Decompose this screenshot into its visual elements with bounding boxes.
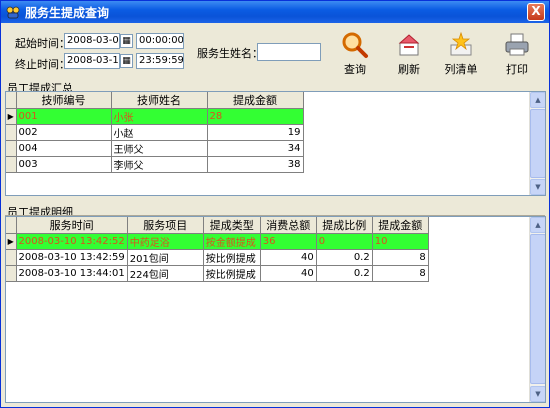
total-spend-cell: 40 xyxy=(260,249,317,266)
table-row[interactable]: ▶ 2008-03-10 13:42:52 中药足浴 按金额提成 36 0 10 xyxy=(6,233,429,250)
scroll-down-icon[interactable]: ▼ xyxy=(530,386,545,402)
commission-amount-cell: 10 xyxy=(372,233,429,250)
row-indicator xyxy=(6,156,17,173)
row-indicator xyxy=(6,265,17,282)
print-label: 打印 xyxy=(506,63,528,76)
waiter-name-input[interactable] xyxy=(257,43,321,61)
row-indicator xyxy=(6,124,17,141)
detail-grid[interactable]: 服务时间 服务项目 提成类型 消费总额 提成比例 提成金额 ▶ 2008-03-… xyxy=(5,216,546,403)
calendar-icon: ▦ xyxy=(122,56,131,66)
column-header[interactable]: 提成金额 xyxy=(372,217,429,234)
query-label: 查询 xyxy=(344,63,366,76)
service-item-cell: 201包间 xyxy=(127,249,204,266)
commission-amount-cell: 19 xyxy=(207,124,304,141)
commission-ratio-cell: 0.2 xyxy=(316,249,373,266)
scroll-up-icon[interactable]: ▲ xyxy=(530,92,545,108)
calendar-icon: ▦ xyxy=(122,36,131,46)
technician-id-cell: 003 xyxy=(16,156,112,173)
list-icon xyxy=(450,31,472,56)
column-header[interactable]: 提成比例 xyxy=(316,217,373,234)
commission-ratio-cell: 0.2 xyxy=(316,265,373,282)
total-spend-cell: 40 xyxy=(260,265,317,282)
table-row[interactable]: 2008-03-10 13:44:01 224包间 按比例提成 40 0.2 8 xyxy=(6,265,429,282)
refresh-label: 刷新 xyxy=(398,63,420,76)
end-date-calendar-button[interactable]: ▦ xyxy=(120,54,133,68)
commission-ratio-cell: 0 xyxy=(316,233,373,250)
scroll-down-icon[interactable]: ▼ xyxy=(530,179,545,195)
commission-type-cell: 按金额提成 xyxy=(203,233,261,250)
scroll-thumb[interactable] xyxy=(530,109,545,178)
table-row[interactable]: ▶ 001 小张 28 xyxy=(6,108,304,125)
commission-amount-cell: 38 xyxy=(207,156,304,173)
column-header[interactable]: 技师编号 xyxy=(16,92,112,109)
summary-scrollbar[interactable]: ▲ ▼ xyxy=(529,92,545,195)
column-header[interactable]: 提成类型 xyxy=(203,217,261,234)
detail-header-row: 服务时间 服务项目 提成类型 消费总额 提成比例 提成金额 xyxy=(6,217,429,234)
commission-amount-cell: 34 xyxy=(207,140,304,157)
refresh-button[interactable]: 刷新 xyxy=(389,31,429,77)
table-row[interactable]: 2008-03-10 13:42:59 201包间 按比例提成 40 0.2 8 xyxy=(6,249,429,266)
start-time-label: 起始时间： xyxy=(15,37,70,50)
column-header[interactable]: 服务时间 xyxy=(16,217,128,234)
technician-name-cell: 小张 xyxy=(111,108,208,125)
close-button[interactable]: X xyxy=(527,3,545,21)
query-button[interactable]: 查询 xyxy=(335,31,375,77)
commission-type-cell: 按比例提成 xyxy=(203,265,261,282)
printer-icon xyxy=(505,33,529,56)
summary-header-row: 技师编号 技师姓名 提成金额 xyxy=(6,92,304,109)
current-row-indicator-icon: ▶ xyxy=(6,233,17,250)
current-row-indicator-icon: ▶ xyxy=(6,108,17,125)
list-button[interactable]: 列清单 xyxy=(441,31,481,77)
service-time-cell: 2008-03-10 13:42:59 xyxy=(16,249,128,266)
technician-name-cell: 王师父 xyxy=(111,140,208,157)
detail-scrollbar[interactable]: ▲ ▼ xyxy=(529,217,545,402)
commission-amount-cell: 8 xyxy=(372,249,429,266)
start-date-field[interactable]: 2008-03-01 xyxy=(64,33,120,49)
column-header[interactable]: 服务项目 xyxy=(127,217,204,234)
row-indicator-header xyxy=(6,217,17,234)
technician-id-cell: 002 xyxy=(16,124,112,141)
list-label: 列清单 xyxy=(444,63,478,76)
table-row[interactable]: 003 李师父 38 xyxy=(6,156,304,173)
summary-grid[interactable]: 技师编号 技师姓名 提成金额 ▶ 001 小张 28 002 小赵 19 004… xyxy=(5,91,546,196)
row-indicator xyxy=(6,140,17,157)
row-indicator xyxy=(6,249,17,266)
end-date-field[interactable]: 2008-03-10 xyxy=(64,53,120,69)
waiter-name-label: 服务生姓名： xyxy=(197,47,263,60)
service-item-cell: 224包间 xyxy=(127,265,204,282)
service-time-cell: 2008-03-10 13:42:52 xyxy=(16,233,128,250)
end-time-label: 终止时间： xyxy=(15,58,70,71)
row-indicator-header xyxy=(6,92,17,109)
column-header[interactable]: 消费总额 xyxy=(260,217,317,234)
window-title: 服务生提成查询 xyxy=(25,5,110,20)
start-date-calendar-button[interactable]: ▦ xyxy=(120,34,133,48)
commission-amount-cell: 28 xyxy=(207,108,304,125)
scroll-up-icon[interactable]: ▲ xyxy=(530,217,545,233)
total-spend-cell: 36 xyxy=(260,233,317,250)
magnifier-icon xyxy=(342,32,368,58)
table-row[interactable]: 002 小赵 19 xyxy=(6,124,304,141)
start-time-field[interactable]: 00:00:00 xyxy=(136,33,184,49)
print-button[interactable]: 打印 xyxy=(497,31,537,77)
end-time-field[interactable]: 23:59:59 xyxy=(136,53,184,69)
technician-id-cell: 004 xyxy=(16,140,112,157)
technician-name-cell: 小赵 xyxy=(111,124,208,141)
table-row[interactable]: 004 王师父 34 xyxy=(6,140,304,157)
technician-name-cell: 李师父 xyxy=(111,156,208,173)
commission-amount-cell: 8 xyxy=(372,265,429,282)
column-header[interactable]: 提成金额 xyxy=(207,92,304,109)
service-item-cell: 中药足浴 xyxy=(127,233,204,250)
service-time-cell: 2008-03-10 13:44:01 xyxy=(16,265,128,282)
refresh-icon xyxy=(398,34,420,56)
column-header[interactable]: 技师姓名 xyxy=(111,92,208,109)
technician-id-cell: 001 xyxy=(16,108,112,125)
app-icon xyxy=(5,4,21,20)
title-bar: 服务生提成查询 X xyxy=(1,1,549,23)
commission-query-window: 服务生提成查询 X 起始时间： 2008-03-01 ▦ 00:00:00 终止… xyxy=(0,0,550,408)
scroll-thumb[interactable] xyxy=(530,234,545,384)
commission-type-cell: 按比例提成 xyxy=(203,249,261,266)
